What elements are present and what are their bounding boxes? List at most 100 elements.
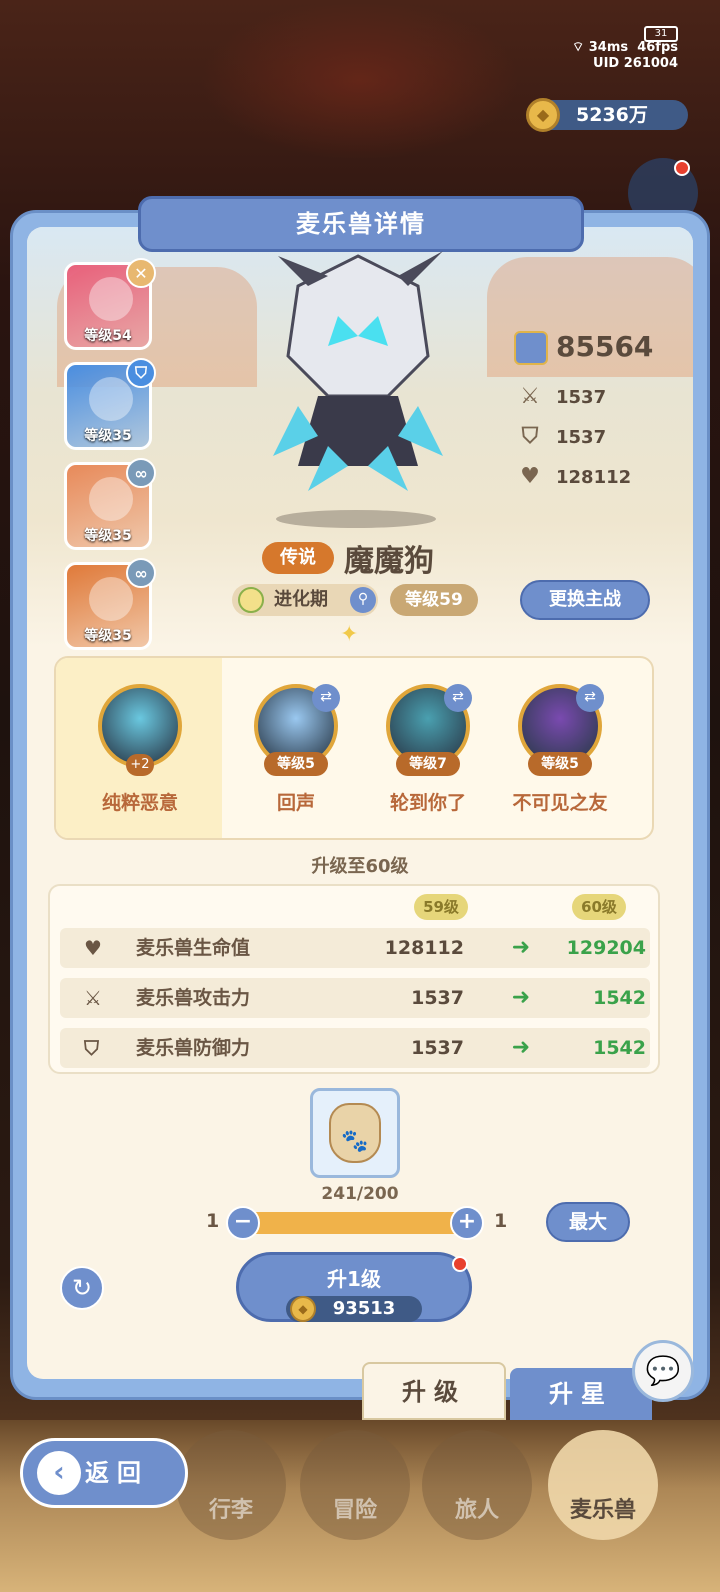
fps-value: 46fps xyxy=(637,40,678,55)
stat-label: 麦乐兽生命值 xyxy=(136,937,251,959)
quantity-max: 1 xyxy=(494,1210,508,1232)
attack-value: 1537 xyxy=(556,387,607,408)
quantity-slider[interactable] xyxy=(238,1212,466,1234)
nav-label: 行李 xyxy=(208,1498,253,1523)
exp-food-item[interactable]: 🐾 xyxy=(310,1088,400,1178)
stat-current: 1537 xyxy=(411,1037,464,1059)
combat-power-icon xyxy=(514,331,548,365)
magnify-icon[interactable]: ⚲ xyxy=(350,587,376,613)
hp-value: 128112 xyxy=(556,467,632,488)
skill-rank: +2 xyxy=(126,754,154,776)
skill-slot-3[interactable]: ⇄ 等级7 轮到你了 xyxy=(368,684,488,815)
heart-icon: ♥ xyxy=(520,464,540,489)
pet-shadow xyxy=(276,510,436,528)
nav-item-bag[interactable]: 行李 xyxy=(176,1430,286,1540)
team-pet-level: 等级35 xyxy=(84,628,132,644)
skill-slot-4[interactable]: ⇄ 等级5 不可见之友 xyxy=(500,684,620,815)
pet-avatar xyxy=(89,577,133,621)
evolution-icon xyxy=(238,587,264,613)
quantity-min: 1 xyxy=(206,1210,220,1232)
pet-level: 等级59 xyxy=(390,584,478,616)
stat-next: 129204 xyxy=(566,937,646,959)
skill-icon: +2 xyxy=(98,684,182,776)
skill-icon: ⇄ 等级5 xyxy=(518,684,604,776)
swap-icon[interactable]: ⇄ xyxy=(576,684,604,712)
evolution-stage: 进化期 ⚲ xyxy=(232,584,378,616)
role-badge-icon: ✕ xyxy=(126,258,156,288)
rarity-badge: 传说 xyxy=(262,542,334,574)
pet-monster-illustration xyxy=(273,251,443,491)
nav-item-pets[interactable]: 麦乐兽 xyxy=(548,1430,658,1540)
level-up-label: 升1级 xyxy=(327,1267,381,1291)
combat-power: 85564 xyxy=(514,330,653,365)
stat-next: 1542 xyxy=(593,1037,646,1059)
upgrade-title: 升级至60级 xyxy=(311,856,409,877)
item-count: 241/200 xyxy=(321,1184,399,1204)
shield-icon: ⛉ xyxy=(84,1036,99,1060)
shield-badge-icon: ⛉ xyxy=(126,358,156,388)
defense-value: 1537 xyxy=(556,427,607,448)
stat-current: 1537 xyxy=(411,987,464,1009)
wifi-icon: ⌔ xyxy=(572,40,585,55)
upgrade-row-attack: ⚔ 麦乐兽攻击力 1537 ➜ 1542 xyxy=(60,978,650,1018)
level-up-cost: ◆ 93513 xyxy=(286,1296,422,1322)
stat-label: 麦乐兽攻击力 xyxy=(136,987,251,1009)
swap-icon[interactable]: ⇄ xyxy=(444,684,472,712)
nav-label: 麦乐兽 xyxy=(569,1498,636,1523)
nav-label: 旅人 xyxy=(454,1498,499,1523)
tab-star-up[interactable]: 升星 xyxy=(510,1368,652,1420)
skill-name: 回声 xyxy=(276,792,315,814)
notification-dot xyxy=(452,1256,468,1272)
upgrade-row-defense: ⛉ 麦乐兽防御力 1537 ➜ 1542 xyxy=(60,1028,650,1068)
panel-title: 麦乐兽详情 xyxy=(138,196,584,252)
skill-slot-1[interactable]: +2 纯粹恶意 xyxy=(80,684,200,815)
skill-level: 等级5 xyxy=(528,752,592,776)
pet-avatar xyxy=(89,277,133,321)
max-button[interactable]: 最大 xyxy=(546,1202,630,1242)
attack-stat: ⚔ 1537 xyxy=(516,384,606,409)
team-pet-level: 等级54 xyxy=(84,328,132,344)
tab-level-up[interactable]: 升级 xyxy=(362,1362,506,1420)
chat-icon[interactable]: 💬 xyxy=(632,1340,694,1402)
minus-button[interactable]: − xyxy=(226,1206,260,1240)
network-status: ⌔ 34ms 46fps UID 261004 xyxy=(572,40,678,72)
nav-item-adventure[interactable]: 冒险 xyxy=(300,1430,410,1540)
team-pet-level: 等级35 xyxy=(84,428,132,444)
nav-item-traveler[interactable]: 旅人 xyxy=(422,1430,532,1540)
star-icon: ✦ xyxy=(340,622,359,647)
currency-bar: ◆ 5236万 xyxy=(526,98,688,132)
skill-icon: ⇄ 等级5 xyxy=(254,684,340,776)
cost-value: 93513 xyxy=(332,1298,396,1319)
upgrade-stats-table: 59级 60级 ♥ 麦乐兽生命值 128112 ➜ 129204 ⚔ 麦乐兽攻击… xyxy=(48,884,660,1074)
back-button[interactable]: ‹ 返回 xyxy=(20,1438,188,1508)
arrow-right-icon: ➜ xyxy=(511,1035,530,1060)
coin-icon: ◆ xyxy=(526,98,560,132)
swap-main-button[interactable]: 更换主战 xyxy=(520,580,650,620)
arrow-right-icon: ➜ xyxy=(511,935,530,960)
arrow-right-icon: ➜ xyxy=(511,985,530,1010)
swap-icon[interactable]: ⇄ xyxy=(312,684,340,712)
heart-icon: ♥ xyxy=(84,936,102,960)
back-arrow-icon: ‹ xyxy=(37,1451,81,1495)
skill-name: 纯粹恶意 xyxy=(101,792,178,814)
pet-avatar xyxy=(89,477,133,521)
skill-icon: ⇄ 等级7 xyxy=(386,684,472,776)
skill-slot-2[interactable]: ⇄ 等级5 回声 xyxy=(236,684,356,815)
paw-icon: 🐾 xyxy=(341,1129,369,1154)
reset-icon[interactable]: ↻ xyxy=(60,1266,104,1310)
stat-current: 128112 xyxy=(384,937,464,959)
plus-button[interactable]: + xyxy=(450,1206,484,1240)
shield-icon: ⛉ xyxy=(521,424,539,449)
currency-amount: 5236万 xyxy=(576,104,648,126)
skill-level: 等级5 xyxy=(264,752,328,776)
level-up-button[interactable]: 升1级 ◆ 93513 xyxy=(236,1252,472,1322)
stat-label: 麦乐兽防御力 xyxy=(136,1037,251,1059)
next-level-header: 60级 xyxy=(572,894,626,920)
sword-icon: ⚔ xyxy=(84,986,102,1010)
combat-power-value: 85564 xyxy=(556,330,654,363)
skill-name: 轮到你了 xyxy=(389,792,466,814)
nav-label: 冒险 xyxy=(332,1498,377,1523)
skill-level: 等级7 xyxy=(396,752,460,776)
link-badge-icon: ∞ xyxy=(126,558,156,588)
link-badge-icon: ∞ xyxy=(126,458,156,488)
